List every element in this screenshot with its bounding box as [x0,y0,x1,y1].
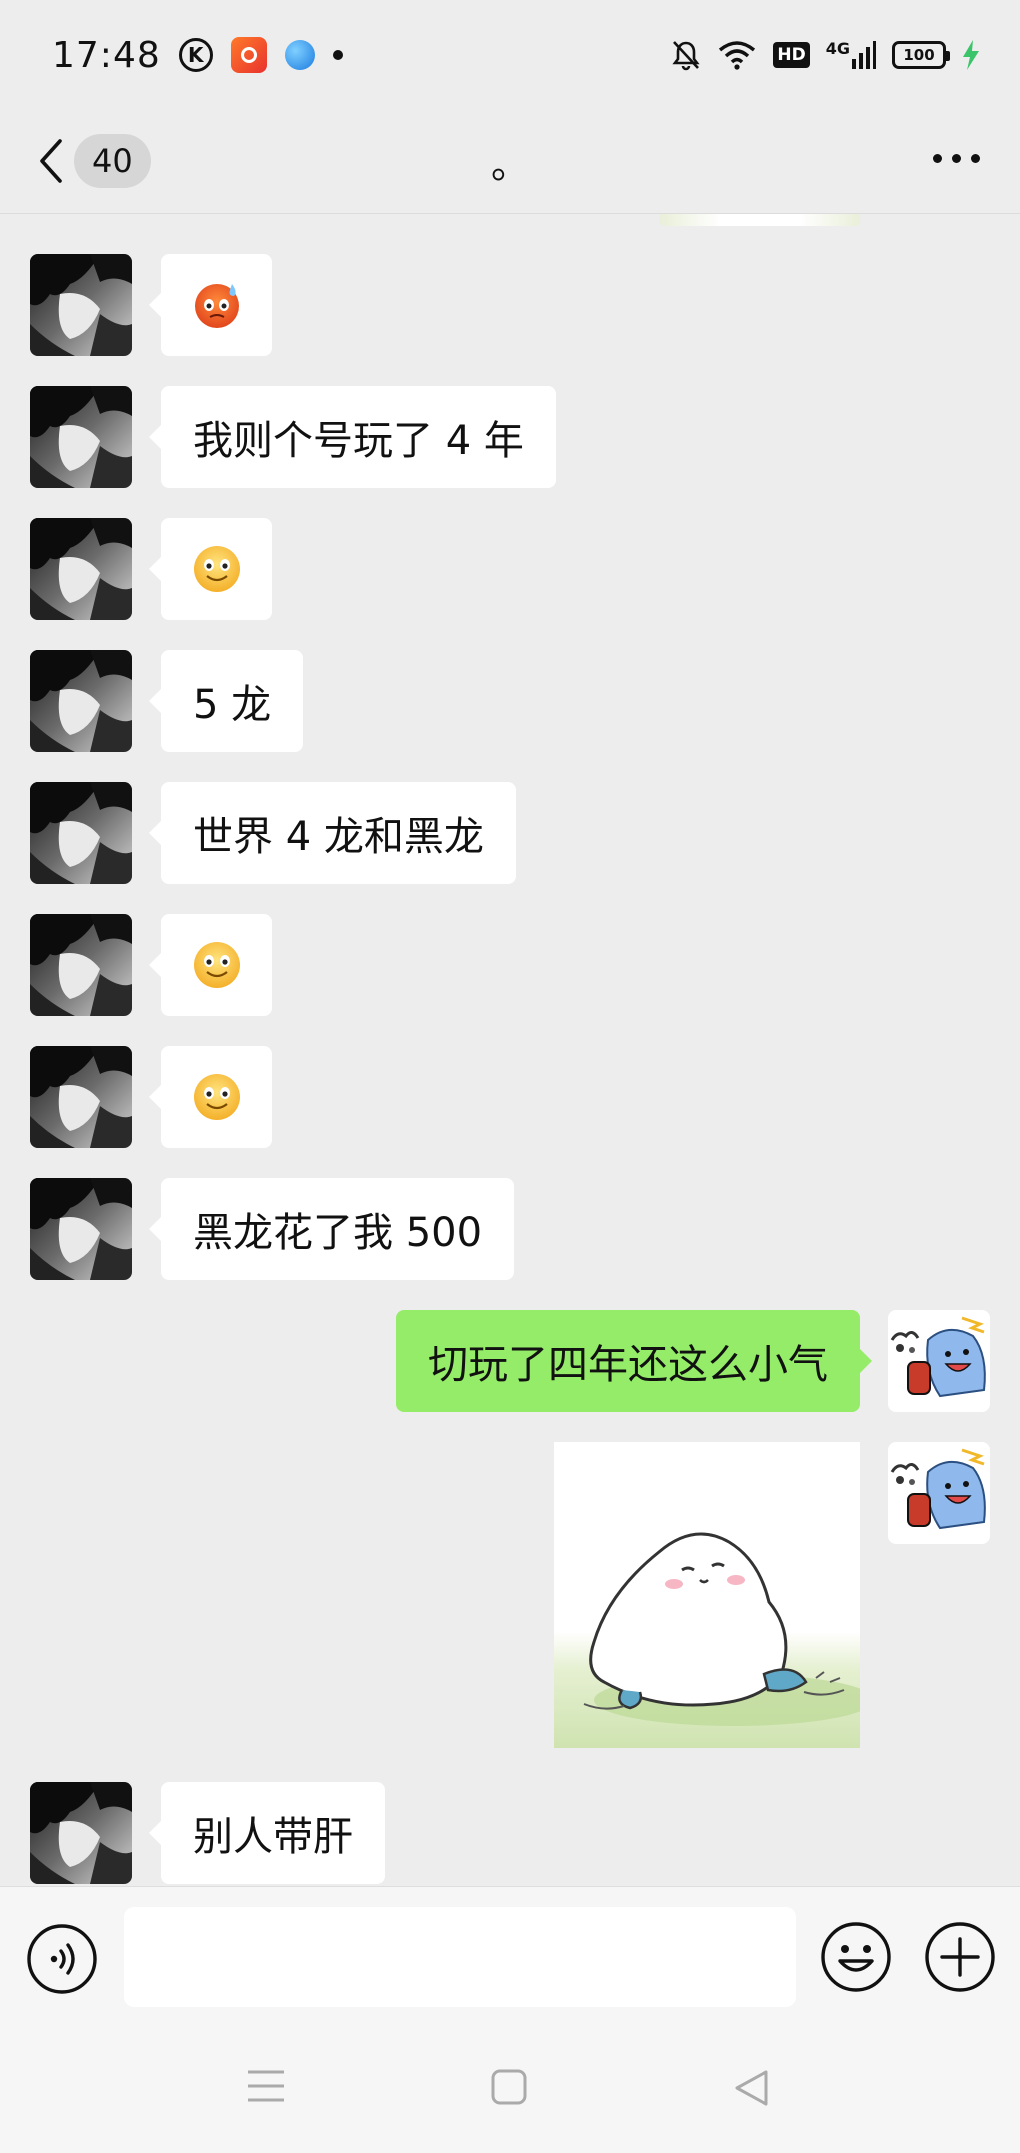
charging-bolt-icon [963,40,979,70]
status-time: 17:48 [52,34,161,76]
contact-avatar[interactable] [30,386,132,488]
contact-avatar-image [30,386,132,488]
chat-title: 。 [490,143,529,187]
outgoing-message-bubble[interactable]: 切玩了四年还这么小气 [396,1310,872,1412]
incoming-message-bubble[interactable] [149,1046,272,1148]
square-home-icon [491,2069,527,2105]
incoming-message-bubble[interactable]: 5 龙 [148,650,304,752]
contact-avatar[interactable] [30,1782,132,1884]
my-avatar[interactable] [888,1442,990,1544]
contact-avatar-image [30,782,132,884]
cell-signal: 4G [826,41,876,69]
contact-avatar-image [30,1782,132,1884]
status-left: 17:48 K [52,35,343,76]
my-avatar-image [888,1442,990,1544]
back-nav-button[interactable] [732,2068,770,2112]
mute-bell-icon [672,41,700,71]
more-options-button[interactable] [933,154,980,163]
smile-emoji-icon [193,1074,240,1120]
status-bar: 17:48 K HD 4G 100 [0,0,1020,110]
blue-app-icon [284,40,315,70]
smile-emoji-icon [193,942,240,988]
previous-sticker-edge [660,214,860,226]
system-navigation-bar [0,2028,1020,2153]
emoji-button[interactable] [820,1921,892,1997]
contact-avatar[interactable] [30,1178,132,1280]
contact-avatar-image [30,518,132,620]
more-notifications-dot [332,50,343,60]
input-bar [0,1886,1020,2028]
wifi-icon [719,41,756,70]
k-app-icon: K [178,38,213,72]
contact-avatar[interactable] [30,254,132,356]
dot [952,154,961,163]
contact-avatar-image [30,254,132,356]
incoming-message-bubble[interactable] [149,254,272,356]
status-right: HD 4G 100 [671,39,980,71]
incoming-message-bubble[interactable]: 我则个号玩了 4 年 [149,386,556,488]
menu-lines-icon [248,2070,284,2102]
contact-avatar[interactable] [30,914,132,1016]
chat-header: 40 。 [0,110,1020,214]
signal-bars-icon [852,41,876,69]
emoji-face-icon [821,1922,891,1992]
contact-avatar-image [30,1046,132,1148]
menu-nav-button[interactable] [246,2068,286,2108]
more-functions-button[interactable] [924,1921,996,1997]
incoming-message-bubble[interactable]: 世界 4 龙和黑龙 [149,782,516,884]
dot [971,154,980,163]
incoming-message-bubble[interactable] [149,518,272,620]
network-type: 4G [825,39,850,58]
contact-avatar-image [30,1178,132,1280]
triangle-back-icon [735,2070,768,2106]
battery-level: 100 [903,46,935,64]
voice-icon [27,1924,97,1994]
contact-avatar[interactable] [30,650,132,752]
incoming-message-bubble[interactable] [149,914,272,1016]
contact-avatar[interactable] [30,518,132,620]
contact-avatar-image [30,650,132,752]
incoming-message-bubble[interactable]: 黑龙花了我 500 [148,1178,515,1280]
battery-icon: 100 [892,41,950,69]
lying-seal-sticker[interactable] [554,1442,860,1748]
message-list[interactable]: 我则个号玩了 4 年 5 龙 世界 4 龙和黑龙 黑龙花了我 500 切玩了四年… [0,214,1020,1886]
seal-sticker-image [583,1532,860,1726]
hd-badge: HD [773,42,810,68]
smile-emoji-icon [193,546,240,592]
plus-circle-icon [925,1922,995,1992]
my-avatar[interactable] [888,1310,990,1412]
message-input[interactable] [124,1907,796,2007]
contact-avatar[interactable] [30,782,132,884]
contact-avatar[interactable] [30,1046,132,1148]
my-avatar-image [888,1310,990,1412]
dot [933,154,942,163]
sweat-emoji-icon [194,284,239,328]
voice-input-button[interactable] [26,1923,98,1999]
home-nav-button[interactable] [490,2068,528,2110]
kuaishou-app-icon [230,37,267,73]
contact-avatar-image [30,914,132,1016]
incoming-message-bubble[interactable]: 别人带肝 [149,1782,385,1884]
